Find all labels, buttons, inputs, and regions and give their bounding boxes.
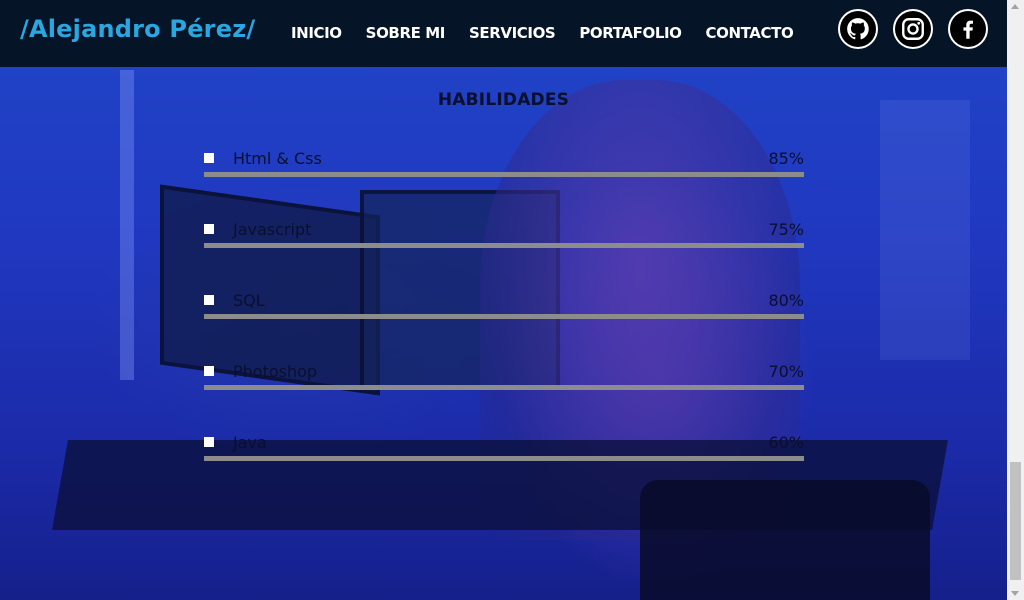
skill-item: SQL 80% <box>204 291 804 331</box>
scroll-up-icon[interactable] <box>1011 4 1019 9</box>
bullet-icon <box>204 437 214 447</box>
github-link[interactable] <box>838 9 878 49</box>
skill-item: Html & Css 85% <box>204 149 804 189</box>
scrollbar-thumb[interactable] <box>1010 462 1021 580</box>
instagram-link[interactable] <box>893 9 933 49</box>
facebook-icon <box>950 11 986 47</box>
skill-name: Html & Css <box>233 149 322 168</box>
skill-name: SQL <box>233 291 265 310</box>
skill-progress-bar <box>204 456 804 461</box>
background-light <box>120 70 134 380</box>
facebook-link[interactable] <box>948 9 988 49</box>
nav-link-portafolio[interactable]: PORTAFOLIO <box>579 24 682 42</box>
skill-name: Photoshop <box>233 362 318 381</box>
skill-percent: 85% <box>768 149 804 168</box>
nav-link-servicios[interactable]: SERVICIOS <box>469 24 556 42</box>
background-chair <box>640 480 930 600</box>
skill-item: Java 60% <box>204 433 804 473</box>
skill-percent: 60% <box>768 433 804 452</box>
site-logo[interactable]: /Alejandro Pérez/ <box>20 15 255 43</box>
skill-percent: 75% <box>768 220 804 239</box>
skill-name: Javascript <box>233 220 312 239</box>
site-header: /Alejandro Pérez/ INICIO SOBRE MI SERVIC… <box>0 0 1007 67</box>
skill-item: Javascript 75% <box>204 220 804 260</box>
main-nav: INICIO SOBRE MI SERVICIOS PORTAFOLIO CON… <box>291 24 794 42</box>
skill-percent: 80% <box>768 291 804 310</box>
scroll-down-icon[interactable] <box>1011 591 1019 596</box>
bullet-icon <box>204 224 214 234</box>
nav-link-contacto[interactable]: CONTACTO <box>706 24 794 42</box>
bullet-icon <box>204 153 214 163</box>
skill-progress-bar <box>204 314 804 319</box>
page-scrollbar[interactable] <box>1007 0 1024 600</box>
nav-link-inicio[interactable]: INICIO <box>291 24 342 42</box>
skill-percent: 70% <box>768 362 804 381</box>
skill-progress-bar <box>204 172 804 177</box>
bullet-icon <box>204 295 214 305</box>
skill-progress-bar <box>204 385 804 390</box>
skill-name: Java <box>233 433 267 452</box>
bullet-icon <box>204 366 214 376</box>
nav-link-sobre-mi[interactable]: SOBRE MI <box>366 24 446 42</box>
skill-progress-bar <box>204 243 804 248</box>
social-links <box>838 9 988 49</box>
background-window <box>880 100 970 360</box>
instagram-icon <box>895 11 931 47</box>
github-icon <box>840 11 876 47</box>
skill-item: Photoshop 70% <box>204 362 804 402</box>
skills-title: HABILIDADES <box>437 90 570 110</box>
